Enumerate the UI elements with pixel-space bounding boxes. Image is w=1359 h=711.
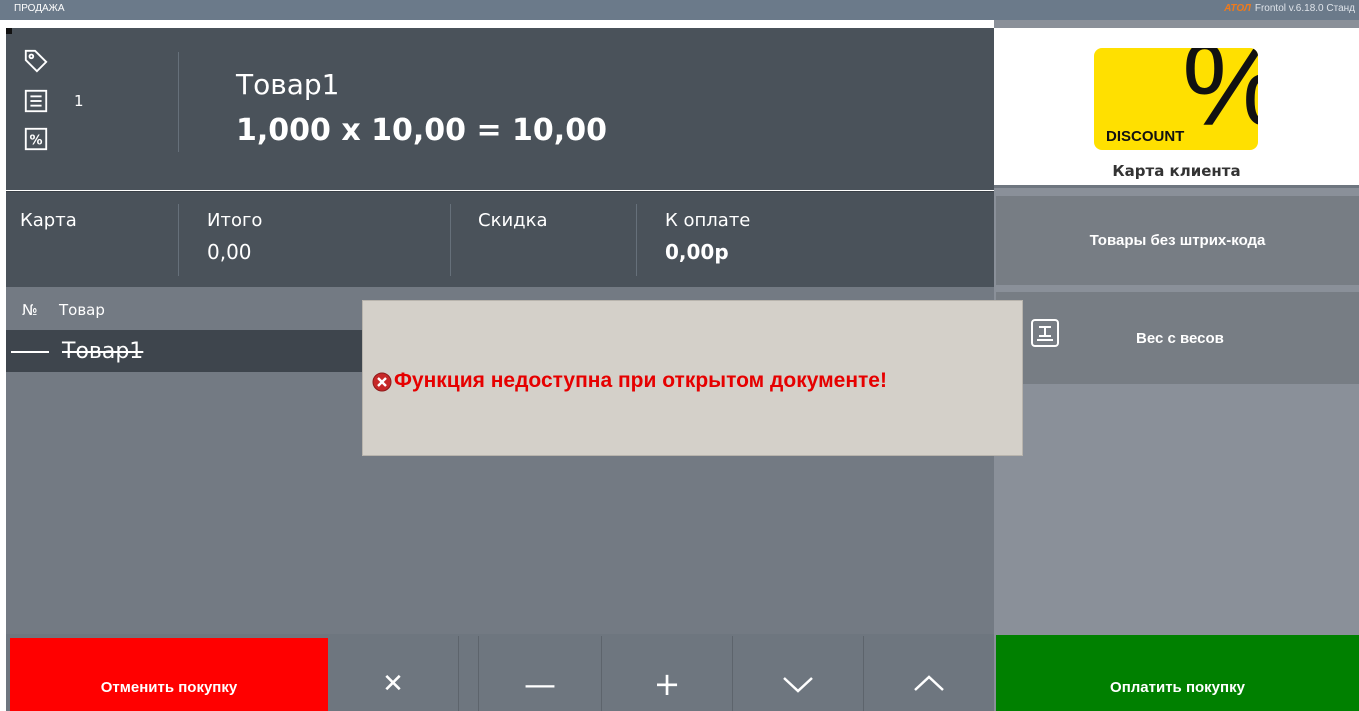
topay-label: К оплате <box>665 210 751 231</box>
version-label: Frontol v.6.18.0 Станд <box>1254 3 1355 14</box>
product-name: Товар1 <box>236 68 340 101</box>
total-value: 0,00 <box>207 240 252 264</box>
items-without-barcode-button[interactable]: Товары без штрих-кода <box>996 196 1359 285</box>
column-product: Товар <box>59 301 105 319</box>
tag-icon[interactable] <box>22 48 50 74</box>
move-down-button[interactable] <box>733 634 863 711</box>
position-number: 1 <box>74 92 84 110</box>
action-bar: Отменить покупку ✕ — + <box>6 634 994 711</box>
customer-card-button[interactable]: % DISCOUNT Карта клиента <box>994 28 1359 188</box>
divider <box>636 204 637 276</box>
corner-marker <box>6 28 12 34</box>
percent-symbol: % <box>1182 48 1258 144</box>
error-dialog[interactable]: Функция недоступна при открытом документ… <box>362 300 1023 456</box>
mode-label: ПРОДАЖА <box>14 3 65 14</box>
discount-text: DISCOUNT <box>1106 128 1185 145</box>
current-item-panel: 1 % Товар1 1,000 x 10,00 = 10,00 <box>6 28 994 190</box>
divider <box>450 204 451 276</box>
divider <box>458 636 459 711</box>
chevron-down-icon <box>783 676 813 693</box>
delete-item-button[interactable]: ✕ <box>328 634 458 711</box>
right-panel: % DISCOUNT Карта клиента Товары без штри… <box>994 20 1359 711</box>
svg-text:%: % <box>29 134 42 149</box>
list-item-name: Товар1 <box>62 339 144 364</box>
scale-icon <box>1030 318 1060 348</box>
card-label: Карта <box>20 210 77 231</box>
title-bar: ПРОДАЖА АТОЛ Frontol v.6.18.0 Станд <box>0 0 1359 20</box>
discount-label: Скидка <box>478 210 548 231</box>
move-up-button[interactable] <box>864 634 994 711</box>
topay-value: 0,00р <box>665 240 729 264</box>
brand-logo: АТОЛ <box>1224 3 1251 14</box>
discount-card-image: % DISCOUNT <box>1094 48 1258 150</box>
product-calculation: 1,000 x 10,00 = 10,00 <box>236 113 607 148</box>
percent-icon[interactable]: % <box>22 126 50 152</box>
increase-quantity-button[interactable]: + <box>602 634 732 711</box>
decrease-quantity-button[interactable]: — <box>479 634 601 711</box>
total-label: Итого <box>207 210 263 231</box>
chevron-up-icon <box>914 674 944 691</box>
customer-card-label: Карта клиента <box>1112 162 1241 180</box>
row-marker <box>11 351 49 353</box>
error-icon <box>372 372 392 392</box>
divider <box>178 204 179 276</box>
error-message: Функция недоступна при открытом документ… <box>394 369 887 392</box>
pay-button[interactable]: Оплатить покупку <box>996 635 1359 711</box>
list-icon[interactable] <box>22 88 50 114</box>
divider <box>178 52 179 152</box>
cancel-purchase-button[interactable]: Отменить покупку <box>10 638 328 711</box>
weight-from-scale-button[interactable]: Вес с весов <box>996 292 1359 384</box>
column-number: № <box>22 301 38 319</box>
totals-panel: Карта Итого 0,00 Скидка К оплате 0,00р <box>6 191 994 287</box>
scale-label: Вес с весов <box>1136 330 1224 347</box>
app-version: АТОЛ Frontol v.6.18.0 Станд <box>1224 3 1355 14</box>
